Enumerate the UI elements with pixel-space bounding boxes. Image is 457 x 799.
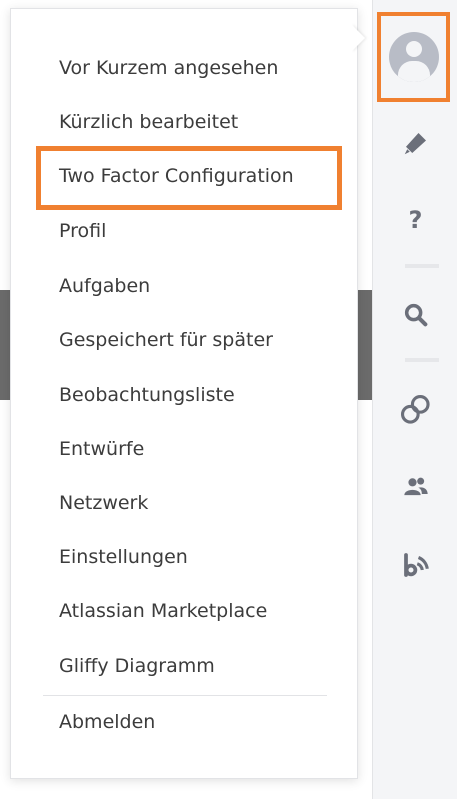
menu-pointer-arrow	[351, 24, 365, 52]
menu-item-network[interactable]: Netzwerk	[59, 488, 148, 518]
menu-separator	[43, 695, 327, 696]
menu-item-saved-for-later[interactable]: Gespeichert für später	[59, 325, 273, 355]
menu-item-gliffy-diagram[interactable]: Gliffy Diagramm	[59, 651, 215, 681]
menu-item-settings[interactable]: Einstellungen	[59, 542, 188, 572]
search-icon[interactable]	[373, 295, 457, 335]
menu-item-atlassian-marketplace[interactable]: Atlassian Marketplace	[59, 596, 267, 626]
feed-icon[interactable]	[373, 545, 457, 585]
user-dropdown-menu: Vor Kurzem angesehen Kürzlich bearbeitet…	[10, 8, 358, 779]
menu-item-profile[interactable]: Profil	[59, 216, 106, 246]
people-icon[interactable]	[373, 467, 457, 507]
help-icon[interactable]: ?	[373, 200, 457, 240]
menu-item-drafts[interactable]: Entwürfe	[59, 434, 144, 464]
page: ? Vor Kurzem angesehen Kürzlich bearbeit…	[0, 0, 457, 799]
menu-item-recently-viewed[interactable]: Vor Kurzem angesehen	[59, 53, 278, 83]
user-avatar-button[interactable]	[377, 12, 450, 102]
sidebar-divider	[405, 358, 439, 362]
right-sidebar: ?	[372, 0, 457, 799]
sidebar-divider	[405, 264, 439, 268]
menu-item-two-factor-configuration[interactable]: Two Factor Configuration	[59, 161, 294, 191]
menu-item-watches[interactable]: Beobachtungsliste	[59, 380, 235, 410]
menu-item-recently-worked-on[interactable]: Kürzlich bearbeitet	[59, 107, 238, 137]
bell-icon[interactable]	[373, 123, 457, 163]
menu-item-logout[interactable]: Abmelden	[59, 707, 155, 737]
link-icon[interactable]	[373, 390, 457, 430]
user-avatar-icon	[388, 32, 439, 82]
menu-item-tasks[interactable]: Aufgaben	[59, 271, 150, 301]
